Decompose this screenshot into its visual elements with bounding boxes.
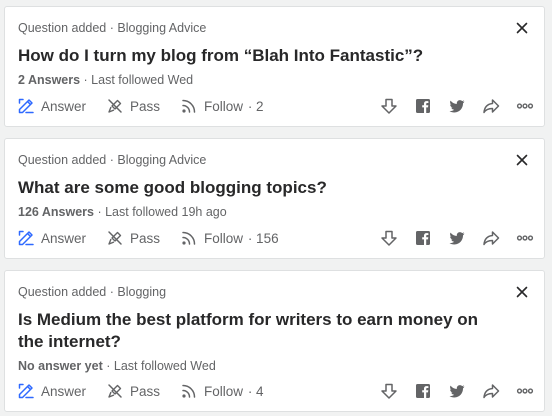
- share-icon: [483, 231, 500, 246]
- facebook-icon: [416, 384, 430, 398]
- question-title[interactable]: What are some good blogging topics?: [18, 177, 508, 199]
- close-icon[interactable]: [514, 284, 530, 300]
- last-followed: · Last followed 19h ago: [93, 205, 227, 219]
- question-stats: No answer yet · Last followed Wed: [18, 359, 216, 373]
- answer-label: Answer: [41, 230, 87, 246]
- action-bar: Answer Pass Follow · 156: [17, 227, 534, 249]
- secondary-actions: [364, 229, 534, 247]
- follow-button[interactable]: Follow · 156: [180, 229, 279, 247]
- answer-label: Answer: [41, 383, 87, 399]
- pass-label: Pass: [130, 98, 161, 114]
- answer-button[interactable]: Answer: [17, 97, 86, 115]
- question-card: Question added · Blogging Advice How do …: [4, 6, 545, 127]
- twitter-icon: [449, 385, 465, 398]
- secondary-actions: [364, 97, 534, 115]
- question-meta: Question added · Blogging Advice: [18, 153, 207, 167]
- question-card: Question added · Blogging Advice What ar…: [4, 138, 545, 259]
- share-icon: [483, 384, 500, 399]
- question-meta: Question added · Blogging Advice: [18, 21, 207, 35]
- question-card: Question added · Blogging Is Medium the …: [4, 270, 545, 412]
- more-options-button[interactable]: [516, 229, 534, 247]
- last-followed: · Last followed Wed: [102, 359, 216, 373]
- answer-button[interactable]: Answer: [17, 382, 86, 400]
- question-meta: Question added · Blogging: [18, 285, 167, 299]
- twitter-share-button[interactable]: [448, 382, 466, 400]
- follow-button[interactable]: Follow · 4: [180, 382, 264, 400]
- facebook-icon: [416, 99, 430, 113]
- question-title[interactable]: Is Medium the best platform for writers …: [18, 309, 508, 353]
- twitter-icon: [449, 100, 465, 113]
- pass-icon: [108, 384, 122, 398]
- action-bar: Answer Pass Follow · 2: [17, 95, 534, 117]
- pass-icon: [108, 231, 122, 245]
- downvote-icon: [381, 383, 397, 399]
- answer-pencil-icon: [18, 383, 34, 399]
- answer-pencil-icon: [18, 98, 34, 114]
- share-button[interactable]: [482, 97, 500, 115]
- follow-rss-icon: [182, 99, 196, 113]
- more-icon: [516, 235, 534, 241]
- answer-button[interactable]: Answer: [17, 229, 86, 247]
- more-icon: [516, 388, 534, 394]
- share-button[interactable]: [482, 382, 500, 400]
- answers-count[interactable]: 2 Answers: [18, 73, 80, 87]
- follow-label: Follow: [204, 383, 244, 399]
- share-button[interactable]: [482, 229, 500, 247]
- follow-label: Follow: [204, 98, 244, 114]
- twitter-share-button[interactable]: [448, 97, 466, 115]
- close-icon[interactable]: [514, 20, 530, 36]
- facebook-share-button[interactable]: [414, 229, 432, 247]
- pass-label: Pass: [130, 230, 161, 246]
- answers-count[interactable]: 126 Answers: [18, 205, 94, 219]
- secondary-actions: [364, 382, 534, 400]
- answers-count[interactable]: No answer yet: [18, 359, 103, 373]
- action-bar: Answer Pass Follow · 4: [17, 380, 534, 402]
- pass-icon: [108, 99, 122, 113]
- pass-button[interactable]: Pass: [106, 229, 160, 247]
- share-icon: [483, 99, 500, 114]
- more-options-button[interactable]: [516, 382, 534, 400]
- downvote-icon: [381, 230, 397, 246]
- more-options-button[interactable]: [516, 97, 534, 115]
- question-stats: 2 Answers · Last followed Wed: [18, 73, 193, 87]
- twitter-share-button[interactable]: [448, 229, 466, 247]
- facebook-icon: [416, 231, 430, 245]
- follow-button[interactable]: Follow · 2: [180, 97, 264, 115]
- question-title[interactable]: How do I turn my blog from “Blah Into Fa…: [18, 45, 508, 67]
- question-stats: 126 Answers · Last followed 19h ago: [18, 205, 227, 219]
- downvote-button[interactable]: [380, 229, 398, 247]
- last-followed: · Last followed Wed: [80, 73, 194, 87]
- follow-rss-icon: [182, 231, 196, 245]
- more-icon: [516, 103, 534, 109]
- downvote-button[interactable]: [380, 382, 398, 400]
- pass-button[interactable]: Pass: [106, 97, 160, 115]
- downvote-icon: [381, 98, 397, 114]
- question-feed: Question added · Blogging Advice How do …: [0, 0, 552, 416]
- answer-pencil-icon: [18, 230, 34, 246]
- follow-count: · 2: [247, 98, 264, 114]
- follow-rss-icon: [182, 384, 196, 398]
- facebook-share-button[interactable]: [414, 382, 432, 400]
- follow-count: · 4: [247, 383, 264, 399]
- pass-button[interactable]: Pass: [106, 382, 160, 400]
- close-icon[interactable]: [514, 152, 530, 168]
- twitter-icon: [449, 232, 465, 245]
- pass-label: Pass: [130, 383, 161, 399]
- answer-label: Answer: [41, 98, 87, 114]
- follow-label: Follow: [204, 230, 244, 246]
- downvote-button[interactable]: [380, 97, 398, 115]
- follow-count: · 156: [247, 230, 279, 246]
- facebook-share-button[interactable]: [414, 97, 432, 115]
